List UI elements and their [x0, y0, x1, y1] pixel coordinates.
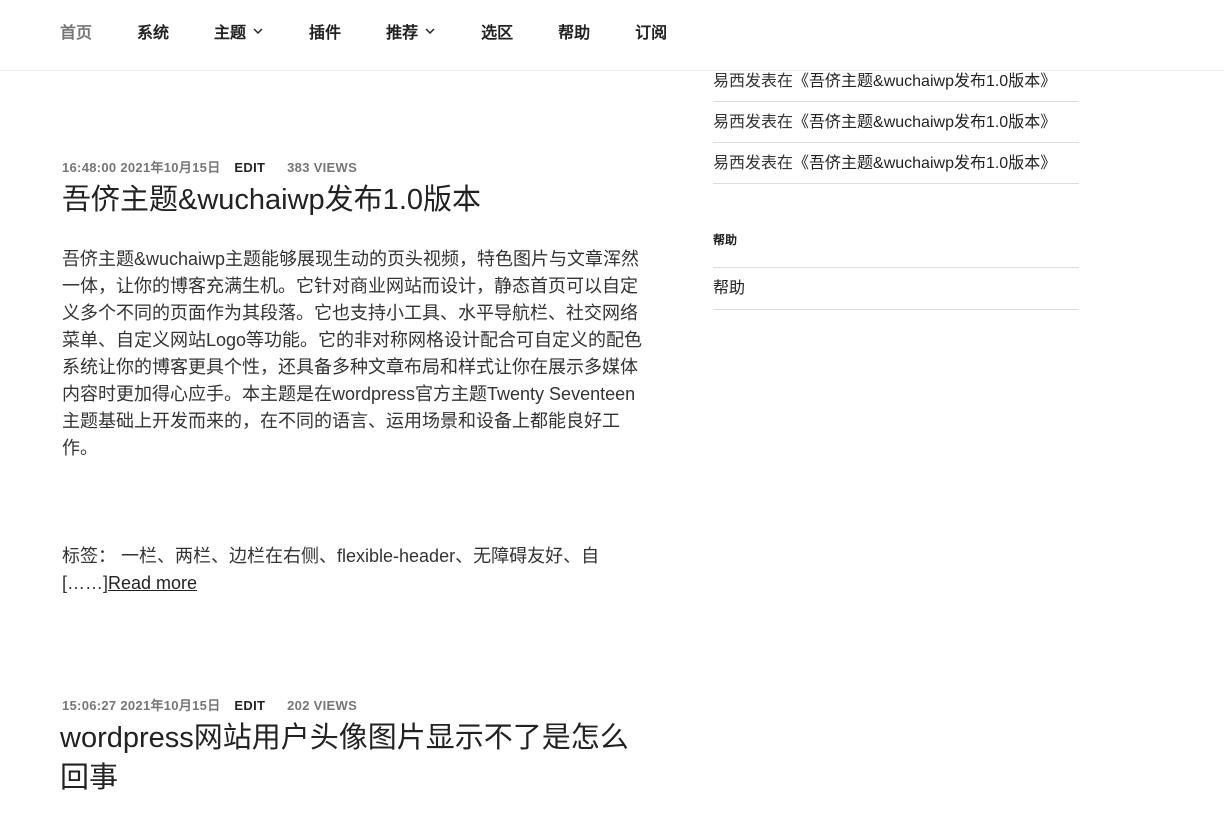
nav-item-system[interactable]: 系统 [137, 20, 169, 42]
edit-link[interactable]: EDIT [234, 160, 265, 175]
nav-item-label: 推荐 [386, 25, 419, 42]
widget-title: 帮助 [713, 233, 738, 247]
comment-post-link[interactable]: 《吾侪主题&wuchaiwp发布1.0版本》 [793, 73, 1056, 90]
comment-connector: 发表在 [745, 73, 794, 90]
nav-menu: 首页 系统 主题 插件 推荐 选区 帮助 订阅 [60, 20, 712, 42]
comment-author: 易西 [713, 155, 746, 172]
help-widget-list: 帮助 [713, 267, 1079, 310]
view-count: 383 VIEWS [287, 160, 358, 175]
nav-item-label: 帮助 [558, 25, 591, 42]
nav-item-label: 订阅 [635, 25, 668, 42]
post-article: 15:06:27 2021年10月15日 EDIT 202 VIEWS word… [60, 698, 642, 798]
post-meta: 16:48:00 2021年10月15日 EDIT 383 VIEWS [62, 160, 644, 176]
nav-item-recommend[interactable]: 推荐 [386, 20, 436, 42]
help-link[interactable]: 帮助 [713, 280, 745, 297]
nav-item-plugins[interactable]: 插件 [309, 20, 341, 42]
nav-item-subscribe[interactable]: 订阅 [635, 20, 667, 42]
top-navigation: 首页 系统 主题 插件 推荐 选区 帮助 订阅 [0, 0, 1224, 71]
nav-item-label: 系统 [137, 25, 170, 42]
list-item: 易西发表在《吾侪主题&wuchaiwp发布1.0版本》 [713, 143, 1079, 184]
post-excerpt: 吾侪主题&wuchaiwp主题能够展现生动的页头视频，特色图片与文章浑然一体，让… [62, 249, 643, 458]
nav-item-label: 主题 [214, 25, 247, 42]
post-meta: 15:06:27 2021年10月15日 EDIT 202 VIEWS [62, 698, 642, 714]
comment-connector: 发表在 [745, 114, 794, 131]
post-article: 16:48:00 2021年10月15日 EDIT 383 VIEWS 吾侪主题… [62, 160, 644, 597]
post-datetime[interactable]: 16:48:00 2021年10月15日 [62, 160, 221, 175]
read-more-link[interactable]: Read more [108, 573, 197, 593]
nav-item-label: 选区 [481, 25, 514, 42]
nav-item-help[interactable]: 帮助 [558, 20, 590, 42]
view-count: 202 VIEWS [287, 698, 358, 713]
nav-item-themes[interactable]: 主题 [214, 20, 264, 42]
list-item: 易西发表在《吾侪主题&wuchaiwp发布1.0版本》 [713, 102, 1079, 143]
nav-item-label: 首页 [60, 25, 93, 42]
list-item[interactable]: 帮助 [713, 268, 1079, 310]
comment-post-link[interactable]: 《吾侪主题&wuchaiwp发布1.0版本》 [793, 114, 1056, 131]
post-datetime[interactable]: 15:06:27 2021年10月15日 [62, 698, 221, 713]
chevron-down-icon [424, 25, 436, 37]
post-title[interactable]: wordpress网站用户头像图片显示不了是怎么回事 [60, 718, 642, 798]
post-tags: 标签： 一栏、两栏、边栏在右侧、flexible-header、无障碍友好、自[… [62, 543, 644, 597]
comment-post-link[interactable]: 《吾侪主题&wuchaiwp发布1.0版本》 [793, 155, 1056, 172]
comment-author: 易西 [713, 114, 746, 131]
sidebar: 易西发表在《吾侪主题&wuchaiwp发布1.0版本》 易西发表在《吾侪主题&w… [713, 61, 1079, 310]
nav-item-label: 插件 [309, 25, 342, 42]
post-title[interactable]: 吾侪主题&wuchaiwp发布1.0版本 [62, 180, 644, 220]
recent-comments-list: 易西发表在《吾侪主题&wuchaiwp发布1.0版本》 易西发表在《吾侪主题&w… [713, 61, 1079, 184]
comment-author: 易西 [713, 73, 746, 90]
chevron-down-icon [252, 25, 264, 37]
edit-link[interactable]: EDIT [234, 698, 265, 713]
nav-item-home[interactable]: 首页 [60, 20, 92, 42]
comment-connector: 发表在 [745, 155, 794, 172]
nav-item-selection[interactable]: 选区 [481, 20, 513, 42]
